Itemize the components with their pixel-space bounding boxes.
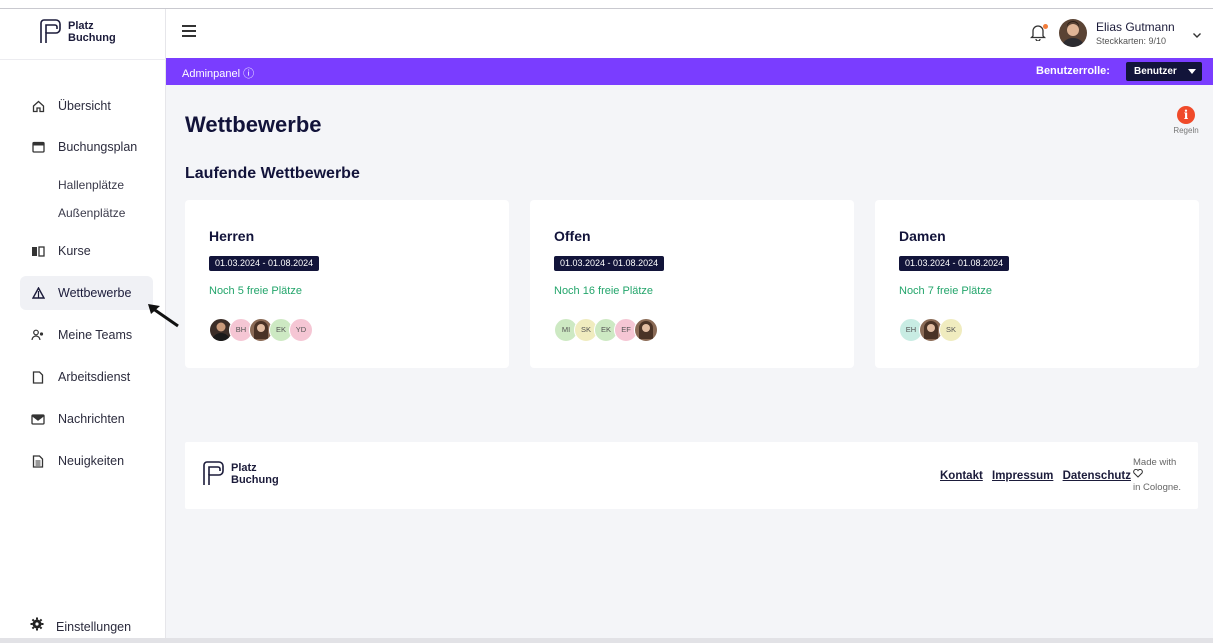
window-bottom-bar [0,638,1213,643]
logo-line1: Platz [68,20,94,32]
sidebar-item-uebersicht[interactable]: Übersicht [20,89,153,123]
sidebar-item-label: Meine Teams [58,328,133,342]
page-footer: Platz Buchung Kontakt Impressum Datensch… [185,442,1198,509]
role-select-value: Benutzer [1134,66,1177,77]
rules-button[interactable]: i Regeln [1168,106,1204,135]
card-free-spots: Noch 7 freie Plätze [899,285,992,297]
calendar-icon [30,139,46,155]
user-steckkarten: Steckkarten: 9/10 [1096,36,1167,46]
admin-bar: Adminpanel ⓘ Benutzerrolle: Benutzer [166,58,1213,85]
card-date-badge: 01.03.2024 - 01.08.2024 [554,256,665,271]
caret-down-icon [1188,69,1196,74]
logo-text: Platz Buchung [231,462,279,486]
notification-dot [1043,24,1048,29]
sidebar-subitem-aussenplaetze[interactable]: Außenplätze [58,206,125,220]
sidebar-item-kurse[interactable]: Kurse [20,234,153,268]
logo-text: Platz Buchung [68,20,116,44]
footer-links: Kontakt Impressum Datenschutz [940,470,1137,482]
notification-bell-icon[interactable] [1029,23,1048,43]
info-icon: i [1177,106,1195,124]
footer-link-kontakt[interactable]: Kontakt [940,470,983,482]
triangle-icon [30,285,46,301]
footer-logo[interactable]: Platz Buchung [201,461,279,487]
sidebar-item-meine-teams[interactable]: Meine Teams [20,318,153,352]
card-title: Herren [209,228,255,244]
competition-card-herren[interactable]: Herren 01.03.2024 - 01.08.2024 Noch 5 fr… [185,200,509,368]
logo-line2: Buchung [68,32,116,44]
sidebar-subitem-hallenplaetze[interactable]: Hallenplätze [58,178,124,192]
footer-link-datenschutz[interactable]: Datenschutz [1063,470,1131,482]
sidebar-item-buchungsplan[interactable]: Buchungsplan [20,130,153,164]
pointer-arrow-icon [146,302,180,328]
card-free-spots: Noch 16 freie Plätze [554,285,654,297]
hamburger-menu-icon[interactable] [182,25,196,37]
sidebar-item-label: Neuigkeiten [58,454,125,468]
participant-avatar: YD [289,318,313,342]
sidebar-item-label: Buchungsplan [58,140,138,154]
card-title: Damen [899,228,946,244]
gear-icon [30,617,44,636]
sidebar-item-label: Wettbewerbe [58,286,132,300]
sidebar-item-einstellungen[interactable]: Einstellungen [30,617,131,636]
card-date-badge: 01.03.2024 - 01.08.2024 [209,256,320,271]
rules-label: Regeln [1173,126,1199,135]
adminpanel-label[interactable]: Adminpanel ⓘ [182,65,254,81]
team-icon [30,327,46,343]
logo-line2: Buchung [231,474,279,486]
footer-link-impressum[interactable]: Impressum [992,470,1053,482]
competition-card-damen[interactable]: Damen 01.03.2024 - 01.08.2024 Noch 7 fre… [875,200,1199,368]
logo-icon [203,461,224,485]
sidebar-item-neuigkeiten[interactable]: Neuigkeiten [20,444,153,478]
made-with-note: Made with in Cologne. [1133,457,1181,494]
top-header: Elias Gutmann Steckkarten: 9/10 [166,9,1213,58]
participant-avatar: SK [939,318,963,342]
logo-icon [40,19,61,43]
news-icon [30,453,46,469]
chevron-down-icon[interactable] [1192,27,1202,38]
page-title: Wettbewerbe [185,112,322,137]
settings-label: Einstellungen [56,619,132,634]
section-title: Laufende Wettbewerbe [185,165,360,182]
mail-icon [30,411,46,427]
participant-avatars: BH EK YD [209,318,313,342]
role-select[interactable]: Benutzer [1126,62,1202,81]
sidebar: Platz Buchung Übersicht Buchungsplan Hal… [0,9,166,643]
book-icon [30,243,46,259]
home-icon [30,98,46,114]
user-name[interactable]: Elias Gutmann [1096,20,1175,34]
card-date-badge: 01.03.2024 - 01.08.2024 [899,256,1010,271]
card-title: Offen [554,228,591,244]
competition-card-offen[interactable]: Offen 01.03.2024 - 01.08.2024 Noch 16 fr… [530,200,854,368]
participant-avatars: MI SK EK EF [554,318,658,342]
made-with-line2: in Cologne. [1133,482,1182,493]
sidebar-item-wettbewerbe[interactable]: Wettbewerbe [20,276,153,310]
sidebar-divider [0,59,166,60]
logo-line1: Platz [231,462,257,474]
made-with-line1: Made with [1133,457,1177,468]
participant-avatar [634,318,658,342]
participant-avatars: EH SK [899,318,963,342]
sidebar-item-arbeitsdienst[interactable]: Arbeitsdienst [20,360,153,394]
sidebar-item-label: Kurse [58,244,91,258]
sidebar-item-nachrichten[interactable]: Nachrichten [20,402,153,436]
user-avatar[interactable] [1059,19,1087,47]
document-icon [30,369,46,385]
heart-icon [1133,468,1181,482]
sidebar-item-label: Nachrichten [58,412,125,426]
role-label: Benutzerrolle: [1036,65,1110,77]
sidebar-item-label: Übersicht [58,99,111,113]
app-logo[interactable]: Platz Buchung [38,19,116,45]
sidebar-item-label: Arbeitsdienst [58,370,131,384]
card-free-spots: Noch 5 freie Plätze [209,285,302,297]
window-top [0,0,1213,8]
